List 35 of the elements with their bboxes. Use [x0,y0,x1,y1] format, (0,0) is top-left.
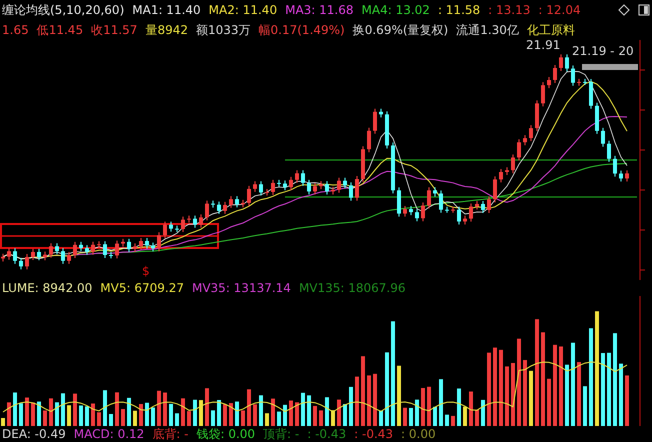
price-range-label: 21.19 - 20 [572,44,634,58]
indicator-value: 1.65 [2,23,29,37]
indicator-value: : 0.00 [401,427,436,441]
indicator-value: LUME: 8942.00 [2,281,92,295]
indicator-value: MA1: 11.40 [132,3,201,17]
indicator-value: MA4: 13.02 [362,3,430,17]
indicator-value: MV135: 18067.96 [298,281,406,295]
indicator-value: MA3: 11.68 [285,3,354,17]
indicator-value: MV35: 13137.14 [192,281,291,295]
range-bar [582,64,638,70]
signal-marker: $ [142,264,150,278]
indicator-title: 缠论均线(5,10,20,60) [2,2,124,18]
indicator-value: 流通1.30亿 [456,22,519,38]
indicator-value: MA2: 11.40 [208,3,278,17]
panel-icon[interactable] [638,4,650,16]
indicator-value: : 12.04 [538,3,581,17]
indicator-value: MV5: 6709.27 [100,281,184,295]
high-price-label: 21.91 [526,38,560,52]
indicator-value: : -0.43 [354,427,394,441]
indicator-value: DEA: -0.49 [2,427,66,441]
indicator-value: 低11.45 [36,22,84,38]
indicator-value: 量8942 [145,22,188,38]
indicator-value: 钱袋: 0.00 [196,426,256,442]
indicator-value: 换0.69%(量复权) [352,22,448,38]
indicator-value: 化工原料 [526,22,575,38]
indicator-value: : 11.58 [438,3,480,17]
diamond-icon[interactable] [618,4,630,16]
indicator-value: : 13.13 [488,3,530,17]
indicator-value: 幅0.17(1.49%) [258,22,345,38]
indicator-value: 底背: - [152,426,188,442]
indicator-value: 额1033万 [196,22,251,38]
indicator-value: : -0.43 [307,427,346,441]
indicator-value: 顶背: - [263,426,300,442]
indicator-value: 收11.57 [91,22,138,38]
indicator-value: MACD: 0.12 [74,427,144,441]
